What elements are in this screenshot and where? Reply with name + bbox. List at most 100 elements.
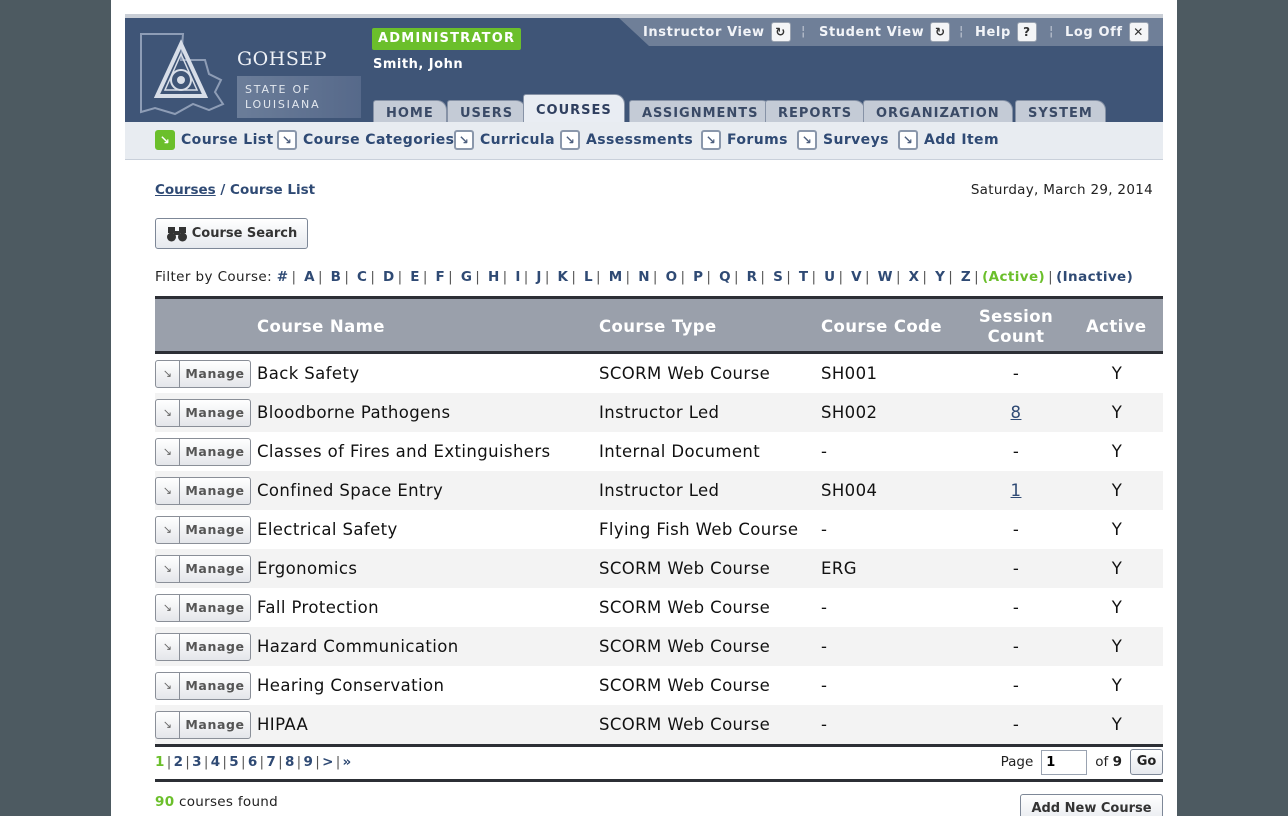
subnav-course-list[interactable]: ↘ Course List: [155, 130, 274, 150]
col-course-type[interactable]: Course Type: [599, 299, 717, 354]
filter-letter-v[interactable]: V: [851, 269, 862, 285]
filter-letter-n[interactable]: N: [638, 269, 650, 285]
subnav-surveys[interactable]: ↘ Surveys: [797, 130, 889, 150]
page-link-9[interactable]: 9: [304, 754, 314, 770]
filter-letter-j[interactable]: J: [536, 269, 541, 285]
filter-letter-t[interactable]: T: [799, 269, 809, 285]
page-link-5[interactable]: 5: [229, 754, 239, 770]
manage-button[interactable]: ↘ Manage: [155, 633, 251, 661]
course-code: SH004: [821, 481, 878, 500]
filter-letter-d[interactable]: D: [383, 269, 395, 285]
col-course-code[interactable]: Course Code: [821, 299, 942, 354]
student-view-link[interactable]: Student View ↻: [819, 22, 951, 42]
col-course-name[interactable]: Course Name: [257, 299, 385, 354]
breadcrumb-courses-link[interactable]: Courses: [155, 182, 216, 198]
col-active[interactable]: Active: [1086, 299, 1146, 354]
subnav-assessments[interactable]: ↘ Assessments: [560, 130, 693, 150]
manage-button[interactable]: ↘ Manage: [155, 360, 251, 388]
course-search-button[interactable]: Course Search: [155, 218, 308, 249]
arrow-down-right-icon: ↘: [560, 130, 580, 150]
filter-letter-r[interactable]: R: [747, 269, 758, 285]
page-link-next[interactable]: >: [322, 754, 334, 770]
filter-letter-a[interactable]: A: [304, 269, 315, 285]
filter-letter-w[interactable]: W: [878, 269, 893, 285]
filter-letter-c[interactable]: C: [357, 269, 367, 285]
filter-inactive[interactable]: (Inactive): [1056, 269, 1133, 285]
state-line-2: LOUISIANA: [245, 98, 321, 111]
manage-button[interactable]: ↘ Manage: [155, 594, 251, 622]
help-link[interactable]: Help ?: [975, 22, 1037, 42]
filter-letter-i[interactable]: I: [515, 269, 520, 285]
manage-button[interactable]: ↘ Manage: [155, 711, 251, 739]
separator: ¦: [959, 24, 964, 39]
filter-letter-p[interactable]: P: [693, 269, 703, 285]
manage-label: Manage: [185, 522, 245, 537]
page-link-8[interactable]: 8: [285, 754, 295, 770]
arrow-down-right-icon: ↘: [156, 712, 180, 738]
filter-letter-k[interactable]: K: [558, 269, 569, 285]
arrow-down-right-icon: ↘: [701, 130, 721, 150]
letter-filter: Filter by Course: # | A | B | C | D | E | F | G…: [155, 269, 1133, 285]
filter-letter-l[interactable]: L: [584, 269, 593, 285]
filter-letter-x[interactable]: X: [909, 269, 920, 285]
session-count[interactable]: 8: [961, 393, 1071, 432]
results-label: courses found: [178, 794, 279, 810]
instructor-view-link[interactable]: Instructor View ↻: [643, 22, 791, 42]
page-link-last[interactable]: »: [343, 754, 352, 770]
session-count: -: [1012, 520, 1020, 539]
subnav-add-item[interactable]: ↘ Add Item: [898, 130, 999, 150]
logo[interactable]: GOHSEP STATE OF LOUISIANA: [135, 30, 361, 120]
filter-letter-m[interactable]: M: [609, 269, 623, 285]
page-link-2[interactable]: 2: [174, 754, 184, 770]
manage-label: Manage: [185, 717, 245, 732]
arrow-down-right-icon: ↘: [155, 130, 175, 150]
subnav-course-categories[interactable]: ↘ Course Categories: [277, 130, 454, 150]
session-count[interactable]: 1: [961, 471, 1071, 510]
filter-letter-b[interactable]: B: [331, 269, 342, 285]
active-flag: Y: [1111, 364, 1123, 383]
filter-letter-e[interactable]: E: [410, 269, 420, 285]
page-link-7[interactable]: 7: [266, 754, 276, 770]
filter-letter-s[interactable]: S: [773, 269, 783, 285]
session-count: -: [1012, 364, 1020, 383]
filter-letter-h[interactable]: H: [488, 269, 500, 285]
session-count: -: [1012, 715, 1020, 734]
active-flag: Y: [1111, 403, 1123, 422]
filter-letter-o[interactable]: O: [666, 269, 678, 285]
sub-navigation: ↘ Course List ↘ Course Categories ↘ Curr…: [125, 122, 1163, 160]
filter-letter-u[interactable]: U: [824, 269, 835, 285]
manage-button[interactable]: ↘ Manage: [155, 477, 251, 505]
manage-button[interactable]: ↘ Manage: [155, 399, 251, 427]
page-number-input[interactable]: [1041, 749, 1088, 775]
subnav-label: Assessments: [586, 132, 694, 148]
page-link-6[interactable]: 6: [248, 754, 258, 770]
filter-letter-f[interactable]: F: [436, 269, 446, 285]
log-off-link[interactable]: Log Off ✕: [1065, 22, 1149, 42]
filter-letter-z[interactable]: Z: [961, 269, 971, 285]
col-session-count[interactable]: Session Count: [961, 299, 1071, 354]
manage-button[interactable]: ↘ Manage: [155, 438, 251, 466]
manage-button[interactable]: ↘ Manage: [155, 516, 251, 544]
filter-active[interactable]: (Active): [982, 269, 1045, 285]
manage-label: Manage: [185, 678, 245, 693]
filter-separator: |: [733, 269, 739, 285]
add-new-course-button[interactable]: Add New Course: [1020, 794, 1163, 816]
manage-button[interactable]: ↘ Manage: [155, 672, 251, 700]
filter-separator: |: [865, 269, 870, 285]
filter-letter-y[interactable]: Y: [935, 269, 945, 285]
course-name: Hazard Communication: [257, 637, 459, 656]
filter-letter-hash[interactable]: #: [277, 269, 289, 285]
subnav-curricula[interactable]: ↘ Curricula: [454, 130, 555, 150]
subnav-forums[interactable]: ↘ Forums: [701, 130, 788, 150]
table-row: ↘ Manage Confined Space Entry Instructor Le…: [155, 471, 1163, 510]
page-link-3[interactable]: 3: [192, 754, 202, 770]
refresh-icon: ↻: [770, 22, 791, 42]
page-link-1[interactable]: 1: [155, 754, 165, 770]
filter-separator: |: [680, 269, 686, 285]
page-link-4[interactable]: 4: [211, 754, 221, 770]
manage-button[interactable]: ↘ Manage: [155, 555, 251, 583]
go-button[interactable]: Go: [1130, 749, 1163, 775]
filter-letter-g[interactable]: G: [461, 269, 472, 285]
filter-letter-q[interactable]: Q: [719, 269, 731, 285]
total-pages: 9: [1112, 754, 1122, 770]
